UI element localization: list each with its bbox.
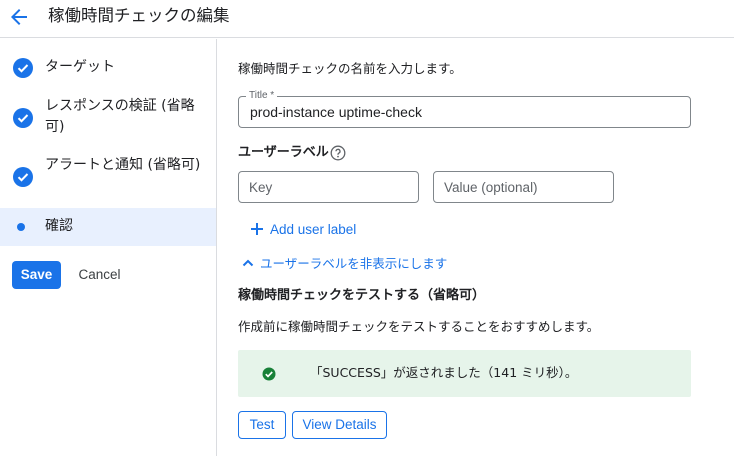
check-circle-icon — [13, 108, 33, 128]
check-circle-icon — [13, 58, 33, 78]
title-field[interactable]: Title * prod-instance uptime-check — [238, 90, 691, 128]
current-step-dot-icon — [17, 223, 25, 231]
test-result-text: 「SUCCESS」が返されました（141 ミリ秒）。 — [310, 365, 578, 380]
chevron-up-icon — [242, 259, 254, 267]
view-details-button[interactable]: View Details — [292, 411, 387, 439]
label-key-input[interactable] — [238, 171, 419, 203]
step-alerts-notifications[interactable]: アラートと通知 (省略可) — [0, 152, 216, 202]
page-header: 稼働時間チェックの編集 — [0, 0, 734, 38]
step-target[interactable]: ターゲット — [0, 51, 216, 85]
step-review[interactable]: 確認 — [0, 208, 216, 246]
test-section-heading: 稼働時間チェックをテストする（省略可） — [238, 288, 486, 303]
plus-icon — [251, 223, 263, 235]
step-label: アラートと通知 (省略可) — [45, 157, 201, 173]
page-title: 稼働時間チェックの編集 — [48, 6, 230, 25]
add-user-label-text: Add user label — [270, 222, 357, 237]
label-value-input[interactable] — [433, 171, 614, 203]
step-response-validation[interactable]: レスポンスの検証 (省略可) — [0, 93, 216, 143]
title-field-label: Title * — [246, 90, 278, 102]
step-label: レスポンスの検証 (省略可) — [45, 98, 195, 135]
hide-user-labels-text: ユーザーラベルを非表示にします — [260, 256, 448, 271]
save-button[interactable]: Save — [12, 261, 61, 289]
step-label: 確認 — [45, 218, 73, 234]
test-button[interactable]: Test — [238, 411, 286, 439]
name-instruction: 稼働時間チェックの名前を入力します。 — [238, 61, 462, 76]
help-circle-icon[interactable] — [330, 145, 346, 161]
test-section-description: 作成前に稼働時間チェックをテストすることをおすすめします。 — [238, 319, 600, 334]
title-field-value[interactable]: prod-instance uptime-check — [250, 103, 422, 121]
user-labels-heading: ユーザーラベル — [238, 145, 329, 160]
back-arrow-icon[interactable] — [7, 5, 31, 29]
step-label: ターゲット — [45, 59, 115, 75]
check-circle-icon — [13, 167, 33, 187]
cancel-button[interactable]: Cancel — [72, 261, 127, 289]
test-result-banner: 「SUCCESS」が返されました（141 ミリ秒）。 — [238, 350, 691, 397]
success-check-circle-icon — [261, 366, 277, 382]
review-panel: 稼働時間チェックの名前を入力します。 Title * prod-instance… — [217, 39, 734, 456]
stepper-sidebar: ターゲット レスポンスの検証 (省略可) アラートと通知 (省略可) 確認 Sa… — [0, 39, 217, 456]
